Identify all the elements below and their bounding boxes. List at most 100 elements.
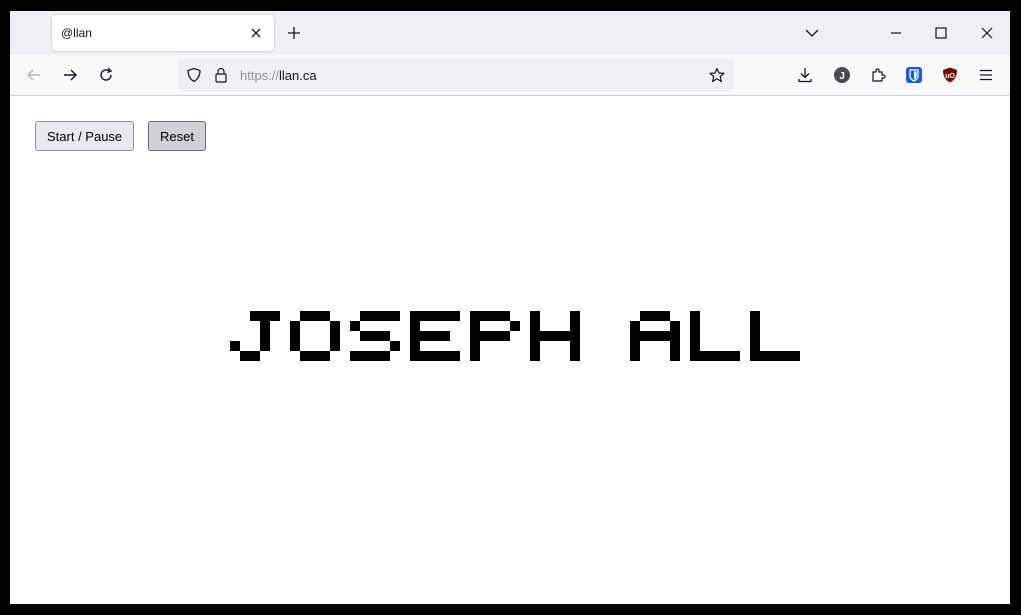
pixel-block — [490, 311, 500, 321]
pixel-block — [500, 311, 510, 321]
pixel-block — [360, 351, 370, 361]
bitwarden-icon[interactable] — [904, 65, 924, 85]
pixel-block — [480, 311, 490, 321]
download-icon[interactable] — [795, 65, 815, 85]
pixel-block — [660, 311, 670, 321]
pixel-block — [510, 321, 520, 331]
pixel-block — [310, 351, 320, 361]
pixel-block — [270, 311, 280, 321]
svg-text:J: J — [839, 71, 845, 82]
pixel-block — [410, 351, 420, 361]
forward-icon[interactable] — [60, 65, 80, 85]
browser-window: @llan https://llan.ca J uO Start / Pause… — [10, 11, 1010, 604]
pixel-block — [790, 351, 800, 361]
pixel-block — [470, 341, 480, 351]
pixel-block — [470, 331, 480, 341]
pixel-block — [250, 351, 260, 361]
account-icon[interactable]: J — [832, 65, 852, 85]
extensions-icon[interactable] — [868, 65, 888, 85]
pixel-block — [630, 341, 640, 351]
tab-active[interactable]: @llan — [52, 15, 274, 51]
pixel-block — [360, 331, 370, 341]
pixel-block — [560, 331, 570, 341]
reset-button[interactable]: Reset — [148, 121, 206, 151]
pixel-block — [350, 351, 360, 361]
pixel-block — [530, 311, 540, 321]
pixel-letter-s — [350, 311, 400, 361]
pixel-block — [670, 341, 680, 351]
maximize-icon[interactable] — [931, 23, 951, 43]
pixel-block — [420, 331, 430, 341]
pixel-block — [530, 321, 540, 331]
menu-icon[interactable] — [976, 65, 996, 85]
url-host: llan.ca — [279, 68, 317, 83]
pixel-block — [640, 311, 650, 321]
pixel-block — [570, 321, 580, 331]
pixel-block — [630, 331, 640, 341]
page-content: Start / Pause Reset — [10, 96, 1010, 604]
pixel-block — [750, 341, 760, 351]
pixel-block — [420, 351, 430, 361]
pixel-block — [570, 331, 580, 341]
pixel-block — [260, 341, 270, 351]
pixel-block — [760, 351, 770, 361]
pixel-letter-l — [690, 311, 740, 361]
pixel-block — [250, 311, 260, 321]
pixel-block — [630, 321, 640, 331]
pixel-letter-p — [470, 311, 520, 361]
pixel-letter-a — [630, 311, 680, 361]
minimize-icon[interactable] — [886, 23, 906, 43]
close-window-icon[interactable] — [977, 23, 997, 43]
pixel-block — [530, 351, 540, 361]
pixel-block — [390, 341, 400, 351]
plus-icon[interactable] — [284, 23, 304, 43]
pixel-block — [670, 331, 680, 341]
pixel-block — [290, 341, 300, 351]
pixel-block — [750, 331, 760, 341]
pixel-block — [500, 331, 510, 341]
pixel-block — [320, 311, 330, 321]
pixel-block — [410, 341, 420, 351]
lock-icon[interactable] — [212, 66, 230, 84]
url-scheme: https:// — [240, 68, 280, 83]
pixel-block — [260, 311, 270, 321]
reload-icon[interactable] — [96, 65, 116, 85]
pixel-block — [300, 311, 310, 321]
start-pause-button[interactable]: Start / Pause — [35, 121, 135, 151]
pixel-block — [370, 351, 380, 361]
pixel-block — [430, 351, 440, 361]
pixel-block — [660, 331, 670, 341]
pixel-block — [670, 321, 680, 331]
shield-icon[interactable] — [185, 66, 203, 84]
pixel-block — [650, 311, 660, 321]
pixel-block — [380, 331, 390, 341]
pixel-block — [370, 311, 380, 321]
pixel-block — [440, 331, 450, 341]
pixel-block — [430, 311, 440, 321]
pixel-block — [710, 351, 720, 361]
pixel-block — [440, 351, 450, 361]
pixel-block — [650, 331, 660, 341]
back-icon[interactable] — [24, 65, 44, 85]
pixel-block — [320, 351, 330, 361]
pixel-block — [690, 341, 700, 351]
pixel-block — [330, 321, 340, 331]
close-icon[interactable] — [248, 25, 264, 41]
pixel-block — [750, 311, 760, 321]
pixel-block — [530, 331, 540, 341]
pixel-block — [470, 311, 480, 321]
pixel-block — [690, 331, 700, 341]
pixel-block — [470, 321, 480, 331]
pixel-block — [480, 331, 490, 341]
pixel-letter-h — [530, 311, 580, 361]
tab-title: @llan — [61, 26, 92, 40]
chevron-down-icon[interactable] — [802, 23, 822, 43]
star-icon[interactable] — [708, 66, 726, 84]
pixel-block — [300, 351, 310, 361]
pixel-block — [700, 351, 710, 361]
ublock-icon[interactable]: uO — [940, 65, 960, 85]
pixel-block — [630, 351, 640, 361]
pixel-block — [750, 321, 760, 331]
url-bar[interactable]: https://llan.ca — [178, 59, 734, 91]
pixel-letter-e — [410, 311, 460, 361]
